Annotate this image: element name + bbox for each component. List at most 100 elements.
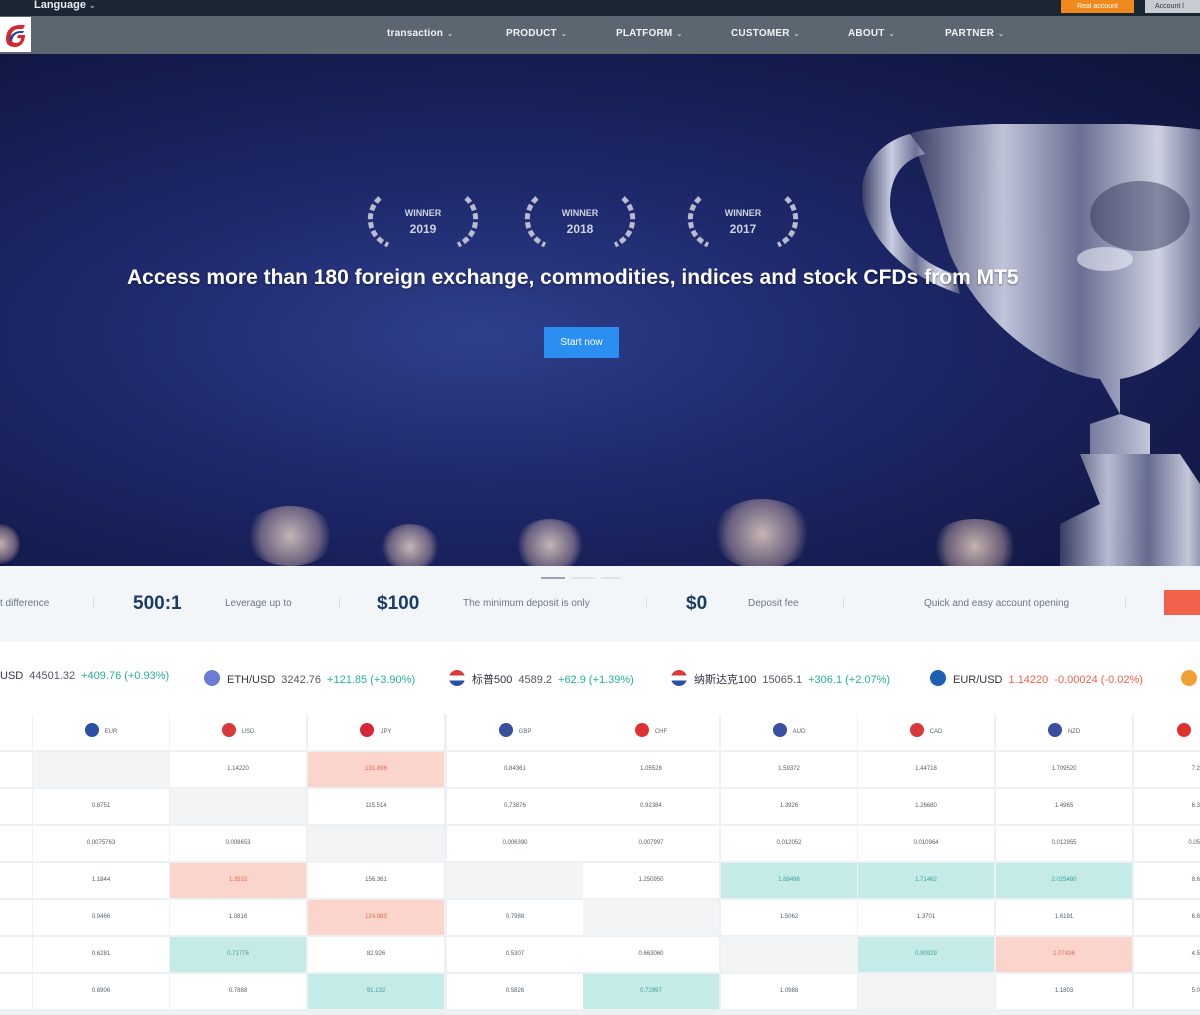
table-cell[interactable]: 1.1803 — [996, 974, 1132, 1009]
table-cell[interactable]: 1.1844 — [33, 863, 169, 898]
column-header: CHF — [583, 714, 719, 750]
table-cell[interactable]: 82.926 — [308, 937, 444, 972]
site-logo[interactable] — [0, 17, 31, 52]
table-cell[interactable]: 1.88496 — [721, 863, 857, 898]
account-login-button[interactable]: Account l — [1145, 0, 1200, 13]
table-cell[interactable]: 1.5062 — [721, 900, 857, 935]
divider — [646, 597, 647, 609]
table-cell[interactable]: 1.0988 — [721, 974, 857, 1009]
table-cell[interactable]: 0.90929 — [858, 937, 994, 972]
table-cell[interactable]: 1.07436 — [996, 937, 1132, 972]
table-cell[interactable]: 0.92384 — [583, 789, 719, 824]
table-cell[interactable]: 0.007997 — [583, 826, 719, 861]
table-cell[interactable] — [308, 826, 444, 861]
nav-item-customer[interactable]: CUSTOMER ⌄ — [731, 28, 800, 39]
table-cell[interactable]: 6.8 — [1134, 900, 1200, 935]
svg-text:WINNER: WINNER — [725, 208, 762, 218]
row-header — [0, 789, 32, 824]
language-selector[interactable]: Language ⌄ — [34, 0, 96, 12]
table-cell[interactable]: 7.2 — [1134, 752, 1200, 787]
table-cell[interactable]: 1.3533 — [170, 863, 306, 898]
table-cell[interactable]: 0.010964 — [858, 826, 994, 861]
table-cell[interactable]: 0.84361 — [447, 752, 583, 787]
open-account-button[interactable] — [1164, 590, 1200, 615]
table-cell[interactable]: 4.5 — [1134, 937, 1200, 972]
real-account-button[interactable]: Real account — [1061, 0, 1134, 13]
table-cell[interactable]: 0.0075763 — [33, 826, 169, 861]
table-cell[interactable]: 0.006390 — [447, 826, 583, 861]
table-cell[interactable]: 156.361 — [308, 863, 444, 898]
table-cell[interactable]: 1.0816 — [170, 900, 306, 935]
table-cell[interactable]: 1.4965 — [996, 789, 1132, 824]
gb-flag-icon — [498, 723, 513, 737]
ticker-item[interactable]: 纳斯达克100 15065.1 +306.1 (+2.07%) — [671, 670, 890, 687]
table-cell[interactable] — [858, 974, 994, 1009]
nav-item-transaction[interactable]: transaction ⌄ — [387, 28, 453, 39]
table-cell[interactable]: 0.71776 — [170, 937, 306, 972]
start-now-button[interactable]: Start now — [544, 327, 619, 358]
svg-text:WINNER: WINNER — [405, 208, 442, 218]
column-header: JPY — [308, 714, 444, 750]
nav-item-platform[interactable]: PLATFORM ⌄ — [616, 28, 682, 39]
column-header-label: GBP — [518, 729, 532, 735]
table-cell[interactable] — [447, 863, 583, 898]
nav-item-about[interactable]: ABOUT ⌄ — [848, 28, 895, 39]
table-cell[interactable]: 131.896 — [308, 752, 444, 787]
table-cell[interactable]: 2.025480 — [996, 863, 1132, 898]
table-cell[interactable]: 5.0 — [1134, 974, 1200, 1009]
table-cell[interactable]: 0.8751 — [33, 789, 169, 824]
ticker-item[interactable] — [1181, 670, 1200, 686]
table-cell[interactable]: 0.012052 — [721, 826, 857, 861]
ticker-item[interactable]: ETH/USD 3242.76 +121.85 (+3.90%) — [204, 670, 415, 686]
table-cell[interactable]: 0.6906 — [33, 974, 169, 1009]
table-cell[interactable]: 1.250950 — [583, 863, 719, 898]
nav-item-product[interactable]: PRODUCT ⌄ — [506, 28, 567, 39]
table-cell[interactable]: 1.71462 — [858, 863, 994, 898]
column-header: CAD — [858, 714, 994, 750]
table-cell[interactable]: 1.709520 — [996, 752, 1132, 787]
nav-item-partner[interactable]: PARTNER ⌄ — [945, 28, 1004, 39]
table-cell[interactable]: 1.6191 — [996, 900, 1132, 935]
ticker-price: 15065.1 — [762, 674, 803, 686]
table-cell[interactable]: 0.008653 — [170, 826, 306, 861]
table-cell[interactable]: 1.14220 — [170, 752, 306, 787]
ticker-change: +121.85 (+3.90%) — [327, 674, 416, 686]
table-cell[interactable]: 115.514 — [308, 789, 444, 824]
table-cell[interactable]: 0.9466 — [33, 900, 169, 935]
table-cell[interactable]: 0.72997 — [583, 974, 719, 1009]
ticker-item[interactable]: 标普500 4589.2 +62.9 (+1.39%) — [449, 670, 634, 687]
table-cell[interactable] — [721, 937, 857, 972]
table-corner — [0, 714, 32, 750]
ca-flag-icon — [909, 723, 924, 737]
table-cell[interactable]: 0.5826 — [447, 974, 583, 1009]
table-cell[interactable]: 0.7988 — [447, 900, 583, 935]
chevron-down-icon: ⌄ — [793, 31, 800, 38]
table-cell[interactable] — [33, 752, 169, 787]
table-cell[interactable]: 124.983 — [308, 900, 444, 935]
table-cell[interactable]: 1.3701 — [858, 900, 994, 935]
table-cell[interactable]: 1.26680 — [858, 789, 994, 824]
table-cell[interactable] — [583, 900, 719, 935]
table-cell[interactable]: 0.7888 — [170, 974, 306, 1009]
table-cell[interactable]: 8.6 — [1134, 863, 1200, 898]
award-badge-icon: WINNER 2017 — [687, 196, 799, 248]
table-cell[interactable]: 91.132 — [308, 974, 444, 1009]
table-cell[interactable]: 1.3926 — [721, 789, 857, 824]
table-cell[interactable] — [170, 789, 306, 824]
ticker-item[interactable]: USD 44501.32 +409.76 (+0.93%) — [0, 670, 169, 682]
table-cell[interactable]: 6.3 — [1134, 789, 1200, 824]
table-cell[interactable]: 0.73876 — [447, 789, 583, 824]
stat-label-min-deposit: The minimum deposit is only — [463, 598, 590, 609]
ticker-change: +62.9 (+1.39%) — [558, 674, 634, 686]
ticker-item[interactable]: EUR/USD 1.14220 -0.00024 (-0.02%) — [930, 670, 1143, 686]
svg-text:2018: 2018 — [567, 222, 594, 236]
table-cell[interactable]: 1.59372 — [721, 752, 857, 787]
table-cell[interactable]: 0.663060 — [583, 937, 719, 972]
table-cell[interactable]: 0.6281 — [33, 937, 169, 972]
table-cell[interactable]: 1.44718 — [858, 752, 994, 787]
table-cell[interactable]: 1.05528 — [583, 752, 719, 787]
table-cell[interactable]: 0.5307 — [447, 937, 583, 972]
table-cell[interactable]: 0.012955 — [996, 826, 1132, 861]
table-cell[interactable]: 0.05 — [1134, 826, 1200, 861]
carousel-indicator[interactable] — [541, 577, 621, 580]
